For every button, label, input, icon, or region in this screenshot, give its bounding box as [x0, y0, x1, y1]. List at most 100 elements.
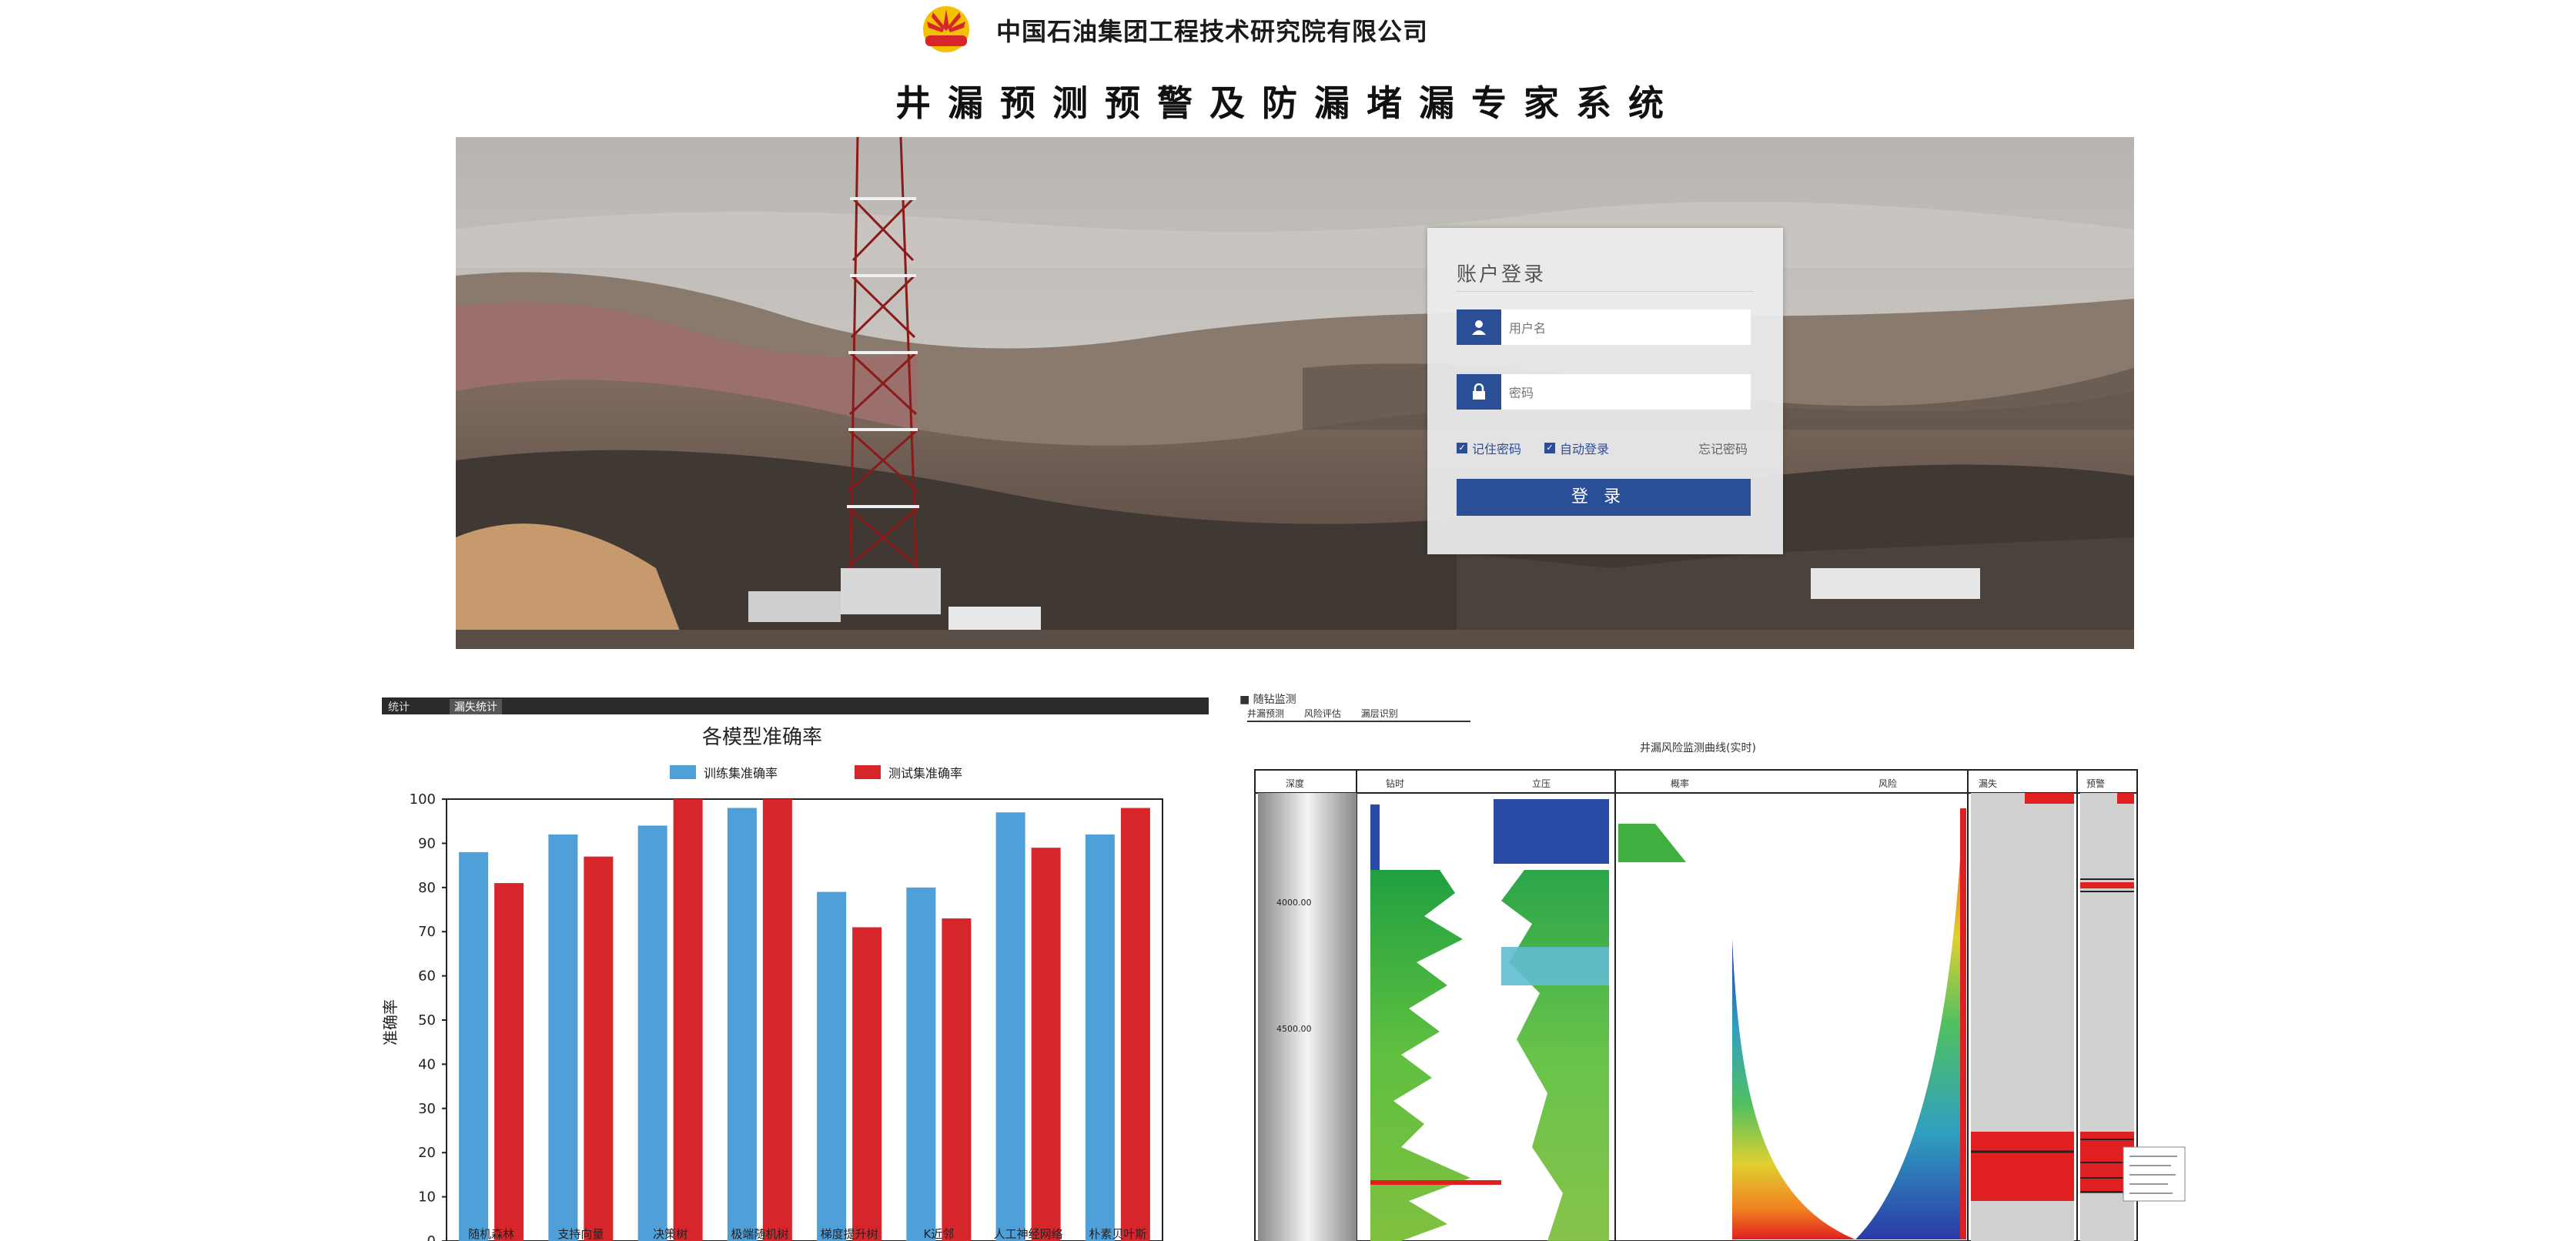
y-tick-label: 10: [418, 1189, 436, 1206]
bar-test: [494, 883, 524, 1241]
bar-test: [762, 799, 792, 1241]
login-title: 账户登录: [1457, 263, 1547, 286]
probability-top: [1618, 824, 1686, 862]
tab-loss-statistics[interactable]: 漏失统计: [450, 699, 502, 714]
monitor-header: ■ 随钻监测: [1239, 694, 1296, 706]
system-title: 井漏预测预警及防漏堵漏专家系统: [895, 82, 1681, 124]
checkbox-checked-icon: ✓: [1544, 443, 1555, 453]
log-plot-title: 井漏风险监测曲线(实时): [1640, 742, 1756, 754]
drill-time-curve: [1370, 870, 1470, 1241]
oil-rig-landscape-image: [456, 137, 2134, 649]
y-tick-label: 60: [418, 968, 436, 985]
bar-test: [852, 927, 882, 1241]
remember-password-checkbox[interactable]: ✓ 记住密码: [1457, 439, 1521, 457]
depth-label: 4000.00: [1276, 898, 1312, 908]
login-panel: 账户登录 ✓ 记住密码 ✓ 自动登录 忘记密码 登录: [1427, 228, 1783, 554]
x-tick-label: 梯度提升树: [821, 1227, 878, 1241]
track-header-depth: 深度: [1286, 778, 1304, 789]
bar-train: [1085, 834, 1115, 1241]
monitor-tabbar: 井漏预测 风险评估 漏层识别: [1247, 707, 1470, 722]
track-header-loss: 漏失: [1979, 778, 1997, 789]
bar-test: [584, 856, 614, 1241]
x-tick-label: 支持向量: [557, 1227, 604, 1241]
x-tick-label: 决策树: [653, 1227, 687, 1241]
bars: [459, 799, 1150, 1241]
auto-login-label: 自动登录: [1560, 442, 1610, 457]
lock-icon: [1457, 374, 1501, 410]
bar-test: [942, 918, 972, 1241]
username-input[interactable]: [1507, 316, 1741, 340]
risk-curve: [1855, 808, 1963, 1239]
y-tick-label: 0: [427, 1233, 436, 1241]
well-log-plot: 井漏风险监测曲线(实时) 深度 钻时 立压 概率 风险 漏失 预警 4000.0…: [1254, 742, 2186, 1241]
legend-swatch: [670, 765, 696, 779]
bar-test: [1120, 808, 1150, 1241]
remember-password-label: 记住密码: [1472, 442, 1522, 457]
auto-login-checkbox[interactable]: ✓ 自动登录: [1544, 439, 1609, 457]
pressure-curve: [1501, 870, 1609, 1241]
warning-line: [2080, 882, 2134, 888]
x-tick-label: K近邻: [923, 1227, 954, 1241]
x-tick-label: 随机森林: [468, 1227, 514, 1241]
bar-train: [727, 808, 757, 1241]
bar-train: [995, 812, 1025, 1241]
chart-title: 各模型准确率: [702, 726, 822, 749]
bar-test: [1031, 848, 1061, 1241]
login-button[interactable]: 登录: [1457, 479, 1751, 516]
tab-statistics[interactable]: 统计: [388, 699, 410, 714]
model-accuracy-chart: 各模型准确率 训练集准确率 测试集准确率 0 10 20 30 40 50 60 70 80 90 1…: [381, 726, 1163, 1241]
tab-loss-zone-identification[interactable]: 漏层识别: [1361, 708, 1398, 719]
user-icon: [1457, 309, 1501, 345]
track-header-pressure: 立压: [1532, 778, 1551, 789]
y-tick-label: 80: [418, 880, 436, 896]
bar-test: [673, 799, 703, 1241]
hero-banner: [456, 137, 2134, 649]
risk-axis-line: [1960, 808, 1966, 1239]
y-tick-label: 40: [418, 1056, 436, 1072]
y-tick-label: 90: [418, 835, 436, 851]
x-tick-label: 人工神经网络: [994, 1227, 1063, 1241]
loss-spike: [1370, 1180, 1501, 1185]
depth-label: 4500.00: [1276, 1024, 1312, 1034]
checkbox-checked-icon: ✓: [1457, 443, 1467, 453]
bar-train: [906, 887, 936, 1241]
y-tick-label: 70: [418, 924, 436, 940]
bar-train: [637, 825, 667, 1241]
probability-curve: [1732, 939, 1855, 1239]
loss-zone-block: [1971, 1132, 2074, 1201]
legend-label: 测试集准确率: [888, 766, 962, 781]
tab-risk-assessment[interactable]: 风险评估: [1304, 708, 1341, 719]
password-field[interactable]: [1457, 374, 1751, 410]
x-tick-label: 朴素贝叶斯: [1089, 1227, 1146, 1241]
y-axis-label: 准确率: [381, 999, 400, 1045]
login-divider: [1457, 291, 1754, 292]
bar-train: [817, 891, 847, 1241]
bar-train: [548, 834, 578, 1241]
password-input[interactable]: [1507, 380, 1741, 405]
x-axis-ticks: 随机森林 支持向量 决策树 极端随机树 梯度提升树 K近邻 人工神经网络 朴素贝叶斯: [468, 1227, 1146, 1241]
forgot-password-link[interactable]: 忘记密码: [1698, 439, 1748, 457]
left-panel-tabbar: 统计 漏失统计: [382, 697, 1209, 714]
track-header-risk: 风险: [1878, 778, 1897, 789]
pressure-high-block: [1494, 799, 1609, 864]
track-header-probability: 概率: [1671, 778, 1689, 789]
y-tick-label: 20: [418, 1145, 436, 1161]
y-tick-label: 30: [418, 1101, 436, 1117]
warning-marker: [2117, 793, 2134, 804]
cnpc-logo: [921, 5, 972, 54]
track-header-warning: 预警: [2086, 778, 2105, 789]
username-field[interactable]: [1457, 309, 1751, 345]
chart-legend: 训练集准确率 测试集准确率: [670, 765, 962, 781]
track-header-drill-time: 钻时: [1386, 778, 1404, 789]
y-tick-label: 50: [418, 1012, 436, 1029]
drill-time-curve-top: [1370, 804, 1380, 870]
depth-track: [1258, 793, 1357, 1241]
tab-loss-prediction[interactable]: 井漏预测: [1247, 708, 1284, 719]
y-axis-ticks: 0 10 20 30 40 50 60 70 80 90 100: [410, 791, 447, 1241]
x-tick-label: 极端随机树: [731, 1227, 788, 1241]
legend-swatch: [855, 765, 881, 779]
pressure-cyan-zone: [1501, 947, 1609, 985]
company-name: 中国石油集团工程技术研究院有限公司: [996, 17, 1429, 46]
loss-marker: [2025, 793, 2074, 804]
legend-label: 训练集准确率: [704, 766, 778, 781]
